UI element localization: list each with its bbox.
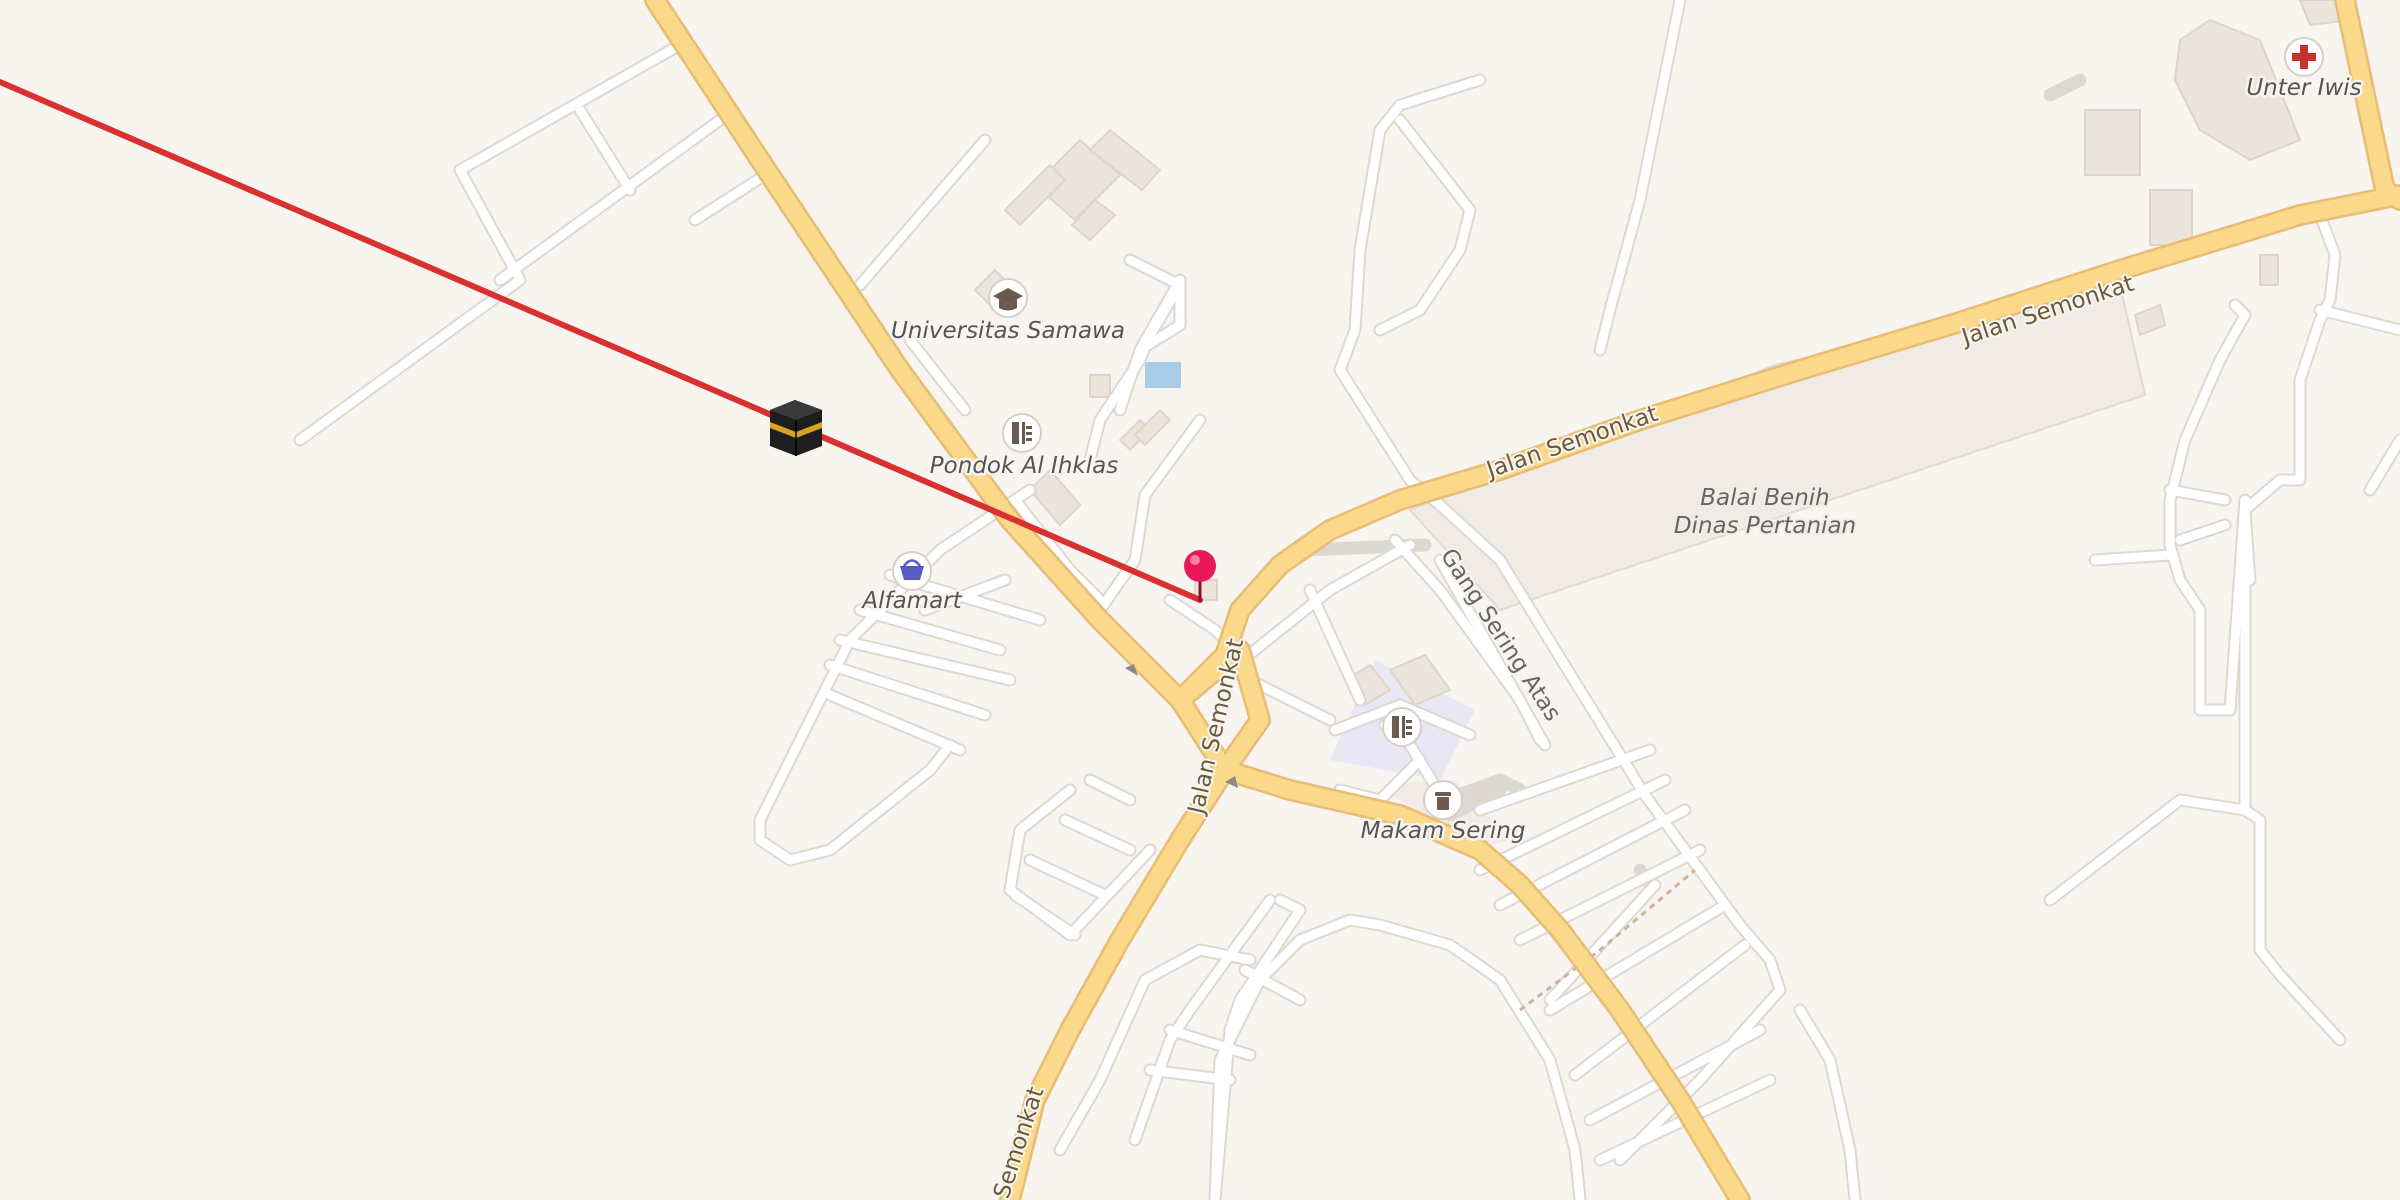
area-label-dinas-pertanian: Dinas Pertanian [1674,513,1856,539]
poi-universitas-samawa[interactable]: Universitas Samawa [889,278,1127,347]
poi-school-unlabeled[interactable] [1382,707,1422,747]
map-view[interactable]: Jalan Semonkat Jalan Semonkat Jalan Semo… [0,0,2400,1200]
poi-label-pondok-al-ihklas: Pondok Al Ihklas [930,453,1118,479]
poi-label-unter-iwis: Unter Iwis [2246,75,2361,101]
poi-label-makam-sering: Makam Sering [1361,818,1526,844]
minor-roads [293,0,2400,1200]
poi-alfamart[interactable]: Alfamart [858,551,965,617]
poi-label-alfamart: Alfamart [860,588,962,614]
water-pond [1145,362,1181,388]
area-label-balai-benih: Balai Benih [1700,485,1830,511]
poi-label-universitas-samawa: Universitas Samawa [891,318,1125,344]
grave-icon [1435,792,1451,810]
street-label-semonkat-south: Semonkat [989,1084,1050,1200]
map-canvas[interactable]: Jalan Semonkat Jalan Semonkat Jalan Semo… [0,0,2400,1200]
kaaba-icon[interactable] [770,400,822,456]
